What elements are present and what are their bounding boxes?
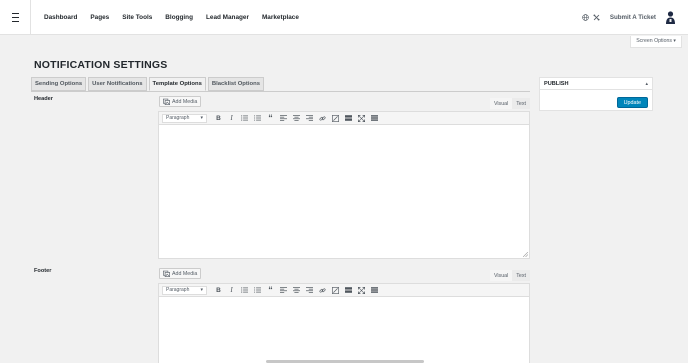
- blockquote-icon[interactable]: “: [264, 113, 277, 123]
- page-title: NOTIFICATION SETTINGS: [34, 59, 168, 71]
- header-editor-mode-tabs: Visual Text: [489, 98, 530, 109]
- footer-editor: Paragraph ▾ B I “: [158, 283, 530, 363]
- footer-add-media-button[interactable]: Add Media: [159, 268, 202, 279]
- nav-site-tools[interactable]: Site Tools: [122, 14, 152, 21]
- nav-blogging[interactable]: Blogging: [165, 14, 193, 21]
- top-bar: Dashboard Pages Site Tools Blogging Lead…: [0, 0, 688, 35]
- footer-format-select[interactable]: Paragraph ▾: [162, 285, 207, 295]
- tab-sending-options[interactable]: Sending Options: [31, 77, 87, 91]
- tabs-divider: [31, 91, 530, 92]
- globe-icon[interactable]: [582, 14, 590, 22]
- fullscreen-icon[interactable]: [355, 113, 368, 123]
- tab-blacklist-options[interactable]: Blacklist Options: [207, 77, 264, 91]
- screen-options-button[interactable]: Screen Options ▾: [630, 36, 682, 48]
- fullscreen-icon[interactable]: [355, 285, 368, 295]
- footer-add-media-label: Add Media: [172, 270, 198, 277]
- footer-editor-toolbar: Paragraph ▾ B I “: [159, 284, 529, 297]
- submit-ticket-link[interactable]: Submit A Ticket: [610, 14, 656, 21]
- nav-dashboard[interactable]: Dashboard: [44, 14, 77, 21]
- align-left-icon[interactable]: [277, 285, 290, 295]
- update-button[interactable]: Update: [616, 97, 648, 108]
- header-format-select[interactable]: Paragraph ▾: [162, 113, 207, 123]
- add-media-icon: [163, 98, 170, 105]
- read-more-icon[interactable]: [342, 285, 355, 295]
- numbered-list-icon[interactable]: [251, 113, 264, 123]
- toolbar-toggle-icon[interactable]: [368, 113, 381, 123]
- hamburger-icon: [11, 12, 19, 23]
- header-text-tab[interactable]: Text: [512, 98, 530, 109]
- footer-text-tab[interactable]: Text: [512, 270, 530, 281]
- header-add-media-label: Add Media: [172, 98, 198, 105]
- tools-icon[interactable]: [593, 14, 601, 22]
- bold-icon[interactable]: B: [212, 285, 225, 295]
- bulleted-list-icon[interactable]: [238, 113, 251, 123]
- top-right-actions: Submit A Ticket: [582, 0, 688, 35]
- align-right-icon[interactable]: [303, 113, 316, 123]
- header-editor-toolbar: Paragraph ▾ B I “: [159, 112, 529, 125]
- publish-title: PUBLISH: [544, 80, 569, 87]
- toolbar-toggle-icon[interactable]: [368, 285, 381, 295]
- align-left-icon[interactable]: [277, 113, 290, 123]
- italic-icon[interactable]: I: [225, 113, 238, 123]
- align-center-icon[interactable]: [290, 113, 303, 123]
- footer-label: Footer: [34, 268, 52, 274]
- nav-pages[interactable]: Pages: [90, 14, 109, 21]
- tab-user-notifications[interactable]: User Notifications: [88, 77, 147, 91]
- settings-tabs: Sending Options User Notifications Templ…: [31, 77, 266, 91]
- header-add-media-button[interactable]: Add Media: [159, 96, 202, 107]
- align-right-icon[interactable]: [303, 285, 316, 295]
- footer-editor-mode-tabs: Visual Text: [489, 270, 530, 281]
- main-nav: Dashboard Pages Site Tools Blogging Lead…: [44, 0, 312, 35]
- header-format-value: Paragraph: [166, 115, 190, 121]
- insert-link-icon[interactable]: [316, 285, 329, 295]
- footer-visual-tab[interactable]: Visual: [489, 270, 513, 281]
- chevron-up-icon[interactable]: ▴: [645, 81, 648, 87]
- align-center-icon[interactable]: [290, 285, 303, 295]
- insert-link-icon[interactable]: [316, 113, 329, 123]
- footer-format-value: Paragraph: [166, 287, 190, 293]
- menu-toggle-button[interactable]: [0, 0, 31, 35]
- header-visual-tab[interactable]: Visual: [489, 98, 513, 109]
- italic-icon[interactable]: I: [225, 285, 238, 295]
- remove-link-icon[interactable]: [329, 285, 342, 295]
- header-editor: Paragraph ▾ B I “: [158, 111, 530, 259]
- chevron-down-icon: ▾: [200, 287, 203, 293]
- blockquote-icon[interactable]: “: [264, 285, 277, 295]
- header-label: Header: [34, 96, 53, 102]
- bold-icon[interactable]: B: [212, 113, 225, 123]
- tab-template-options[interactable]: Template Options: [148, 77, 206, 91]
- chevron-down-icon: ▾: [200, 115, 203, 121]
- add-media-icon: [163, 270, 170, 277]
- remove-link-icon[interactable]: [329, 113, 342, 123]
- nav-marketplace[interactable]: Marketplace: [262, 14, 299, 21]
- resize-handle-icon[interactable]: [523, 252, 528, 257]
- numbered-list-icon[interactable]: [251, 285, 264, 295]
- avatar[interactable]: [663, 10, 678, 25]
- read-more-icon[interactable]: [342, 113, 355, 123]
- publish-header[interactable]: PUBLISH ▴: [540, 78, 652, 90]
- bulleted-list-icon[interactable]: [238, 285, 251, 295]
- nav-lead-manager[interactable]: Lead Manager: [206, 14, 249, 21]
- publish-box: PUBLISH ▴ Update: [539, 77, 653, 111]
